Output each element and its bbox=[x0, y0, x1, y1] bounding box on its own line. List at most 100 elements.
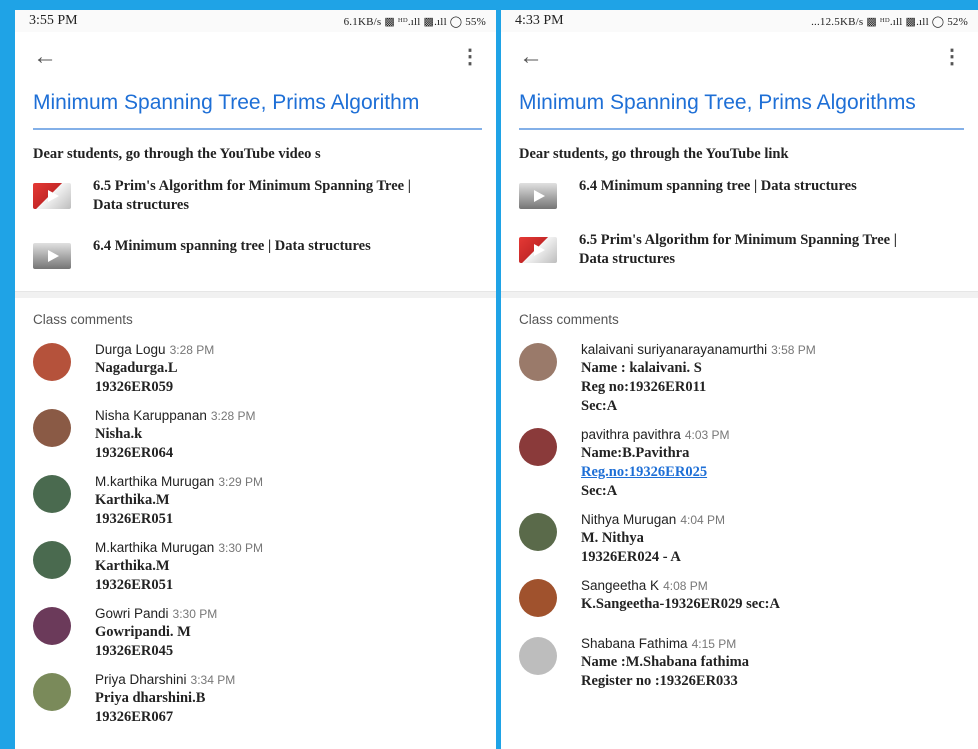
comment-time: 4:04 PM bbox=[680, 513, 726, 527]
app-bar: ← ⋮ bbox=[15, 32, 496, 82]
comment-body: Priya Dharshini 3:34 PM Priya dharshini.B… bbox=[95, 671, 235, 727]
comment-line: Nisha.k bbox=[95, 426, 143, 442]
comment-time: 3:30 PM bbox=[172, 607, 218, 621]
back-arrow-icon[interactable]: ← bbox=[33, 45, 57, 69]
comment-item: Sangeetha K 4:08 PM K.Sangeetha-19326ER02… bbox=[501, 577, 978, 617]
comment-author: Nithya Murugan bbox=[581, 512, 677, 527]
avatar bbox=[33, 475, 71, 513]
comment-line: Register no :19326ER033 bbox=[581, 673, 738, 689]
attachment-label: 6.4 Minimum spanning tree | Data structu… bbox=[93, 238, 371, 254]
comment-body: kalaivani suriyanarayanamurthi 3:58 PM Na… bbox=[581, 341, 816, 416]
avatar bbox=[33, 607, 71, 645]
comment-author: M.karthika Murugan bbox=[95, 540, 215, 555]
comment-line: K.Sangeetha-19326ER029 sec:A bbox=[581, 596, 780, 612]
comment-author: Gowri Pandi bbox=[95, 606, 169, 621]
comment-line[interactable]: Reg.no:19326ER025 bbox=[581, 463, 730, 482]
avatar bbox=[519, 513, 557, 551]
comment-time: 3:28 PM bbox=[169, 343, 215, 357]
comment-author: Nisha Karuppanan bbox=[95, 408, 207, 423]
comment-line: Nagadurga.L bbox=[95, 360, 178, 376]
comment-line: Name :M.Shabana fathima bbox=[581, 654, 749, 670]
title-divider bbox=[33, 128, 482, 130]
video-thumbnail-icon bbox=[33, 183, 71, 209]
back-arrow-icon[interactable]: ← bbox=[519, 45, 543, 69]
attachment-label: 6.5 Prim's Algorithm for Minimum Spannin… bbox=[579, 232, 897, 267]
status-time: 3:55 PM bbox=[29, 13, 78, 28]
status-bar: 3:55 PM 6.1KB/s ▩ ᴴᴰ.ıll ▩.ıll ◯ 55% bbox=[15, 10, 496, 32]
comment-line: 19326ER045 bbox=[95, 643, 174, 659]
avatar bbox=[519, 637, 557, 675]
comment-body: M.karthika Murugan 3:30 PM Karthika.M 193… bbox=[95, 539, 263, 595]
comment-body: Nithya Murugan 4:04 PM M. Nithya 19326ER0… bbox=[581, 511, 725, 567]
comment-line: Karthika.M bbox=[95, 492, 170, 508]
comment-item: kalaivani suriyanarayanamurthi 3:58 PM Na… bbox=[501, 341, 978, 416]
comment-body: Gowri Pandi 3:30 PM Gowripandi. M 19326ER… bbox=[95, 605, 217, 661]
comment-author: Shabana Fathima bbox=[581, 636, 688, 651]
avatar bbox=[519, 579, 557, 617]
avatar bbox=[519, 343, 557, 381]
comment-line: M. Nithya bbox=[581, 530, 644, 546]
comment-body: pavithra pavithra 4:03 PM Name:B.Pavithra… bbox=[581, 426, 730, 501]
comment-line: 19326ER024 - A bbox=[581, 549, 681, 565]
comment-line: 19326ER067 bbox=[95, 709, 174, 725]
avatar bbox=[33, 343, 71, 381]
avatar bbox=[519, 428, 557, 466]
comment-time: 4:15 PM bbox=[691, 637, 737, 651]
comment-line: Karthika.M bbox=[95, 558, 170, 574]
status-indicators: ...12.5KB/s ▩ ᴴᴰ.ıll ▩.ıll ◯ 52% bbox=[811, 15, 968, 28]
comment-item: M.karthika Murugan 3:29 PM Karthika.M 193… bbox=[15, 473, 496, 529]
section-divider bbox=[15, 291, 496, 298]
comment-time: 3:28 PM bbox=[210, 409, 256, 423]
left-screenshot: 3:55 PM 6.1KB/s ▩ ᴴᴰ.ıll ▩.ıll ◯ 55% ← ⋮… bbox=[15, 10, 496, 749]
comment-time: 3:58 PM bbox=[771, 343, 816, 357]
comment-line: Sec:A bbox=[581, 398, 618, 414]
status-indicators: 6.1KB/s ▩ ᴴᴰ.ıll ▩.ıll ◯ 55% bbox=[343, 15, 486, 28]
class-comments-header: Class comments bbox=[519, 312, 619, 327]
post-description: Dear students, go through the YouTube vi… bbox=[33, 146, 321, 162]
comment-item: pavithra pavithra 4:03 PM Name:B.Pavithra… bbox=[501, 426, 978, 501]
comment-item: M.karthika Murugan 3:30 PM Karthika.M 193… bbox=[15, 539, 496, 595]
comment-line: 19326ER059 bbox=[95, 379, 174, 395]
comment-body: Sangeetha K 4:08 PM K.Sangeetha-19326ER02… bbox=[581, 577, 780, 614]
comment-time: 4:03 PM bbox=[684, 428, 730, 442]
comment-item: Priya Dharshini 3:34 PM Priya dharshini.B… bbox=[15, 671, 496, 727]
comment-item: Durga Logu 3:28 PM Nagadurga.L 19326ER059 bbox=[15, 341, 496, 397]
more-options-icon[interactable]: ⋮ bbox=[460, 47, 480, 67]
comment-line: Name : kalaivani. S bbox=[581, 360, 702, 376]
post-description: Dear students, go through the YouTube li… bbox=[519, 146, 789, 162]
comment-line: Priya dharshini.B bbox=[95, 690, 206, 706]
attachment-item[interactable]: 6.5 Prim's Algorithm for Minimum Spannin… bbox=[501, 231, 978, 269]
app-bar: ← ⋮ bbox=[501, 32, 978, 82]
comment-time: 3:29 PM bbox=[218, 475, 264, 489]
post-title: Minimum Spanning Tree, Prims Algorithms bbox=[519, 91, 916, 114]
comment-line: 19326ER064 bbox=[95, 445, 174, 461]
class-comments-header: Class comments bbox=[33, 312, 133, 327]
avatar bbox=[33, 673, 71, 711]
comment-body: Durga Logu 3:28 PM Nagadurga.L 19326ER059 bbox=[95, 341, 214, 397]
comment-line: Gowripandi. M bbox=[95, 624, 191, 640]
comment-item: Shabana Fathima 4:15 PM Name :M.Shabana f… bbox=[501, 635, 978, 691]
status-time: 4:33 PM bbox=[515, 13, 564, 28]
attachment-item[interactable]: 6.4 Minimum spanning tree | Data structu… bbox=[15, 237, 496, 269]
status-bar: 4:33 PM ...12.5KB/s ▩ ᴴᴰ.ıll ▩.ıll ◯ 52% bbox=[501, 10, 978, 32]
section-divider bbox=[501, 291, 978, 298]
comment-author: Priya Dharshini bbox=[95, 672, 187, 687]
more-options-icon[interactable]: ⋮ bbox=[942, 47, 962, 67]
comment-author: kalaivani suriyanarayanamurthi bbox=[581, 342, 768, 357]
attachment-item[interactable]: 6.4 Minimum spanning tree | Data structu… bbox=[501, 177, 978, 209]
video-thumbnail-icon bbox=[519, 237, 557, 263]
post-title: Minimum Spanning Tree, Prims Algorithm bbox=[33, 91, 420, 114]
comment-body: M.karthika Murugan 3:29 PM Karthika.M 193… bbox=[95, 473, 263, 529]
attachment-item[interactable]: 6.5 Prim's Algorithm for Minimum Spannin… bbox=[15, 177, 496, 215]
comment-author: M.karthika Murugan bbox=[95, 474, 215, 489]
avatar bbox=[33, 409, 71, 447]
comment-author: Durga Logu bbox=[95, 342, 166, 357]
comment-author: Sangeetha K bbox=[581, 578, 660, 593]
comment-line: 19326ER051 bbox=[95, 511, 174, 527]
comment-body: Nisha Karuppanan 3:28 PM Nisha.k 19326ER0… bbox=[95, 407, 256, 463]
avatar bbox=[33, 541, 71, 579]
comment-time: 4:08 PM bbox=[663, 579, 708, 593]
comment-line: Sec:A bbox=[581, 483, 618, 499]
attachment-label: 6.4 Minimum spanning tree | Data structu… bbox=[579, 178, 857, 194]
comment-line: Reg no:19326ER011 bbox=[581, 379, 707, 395]
